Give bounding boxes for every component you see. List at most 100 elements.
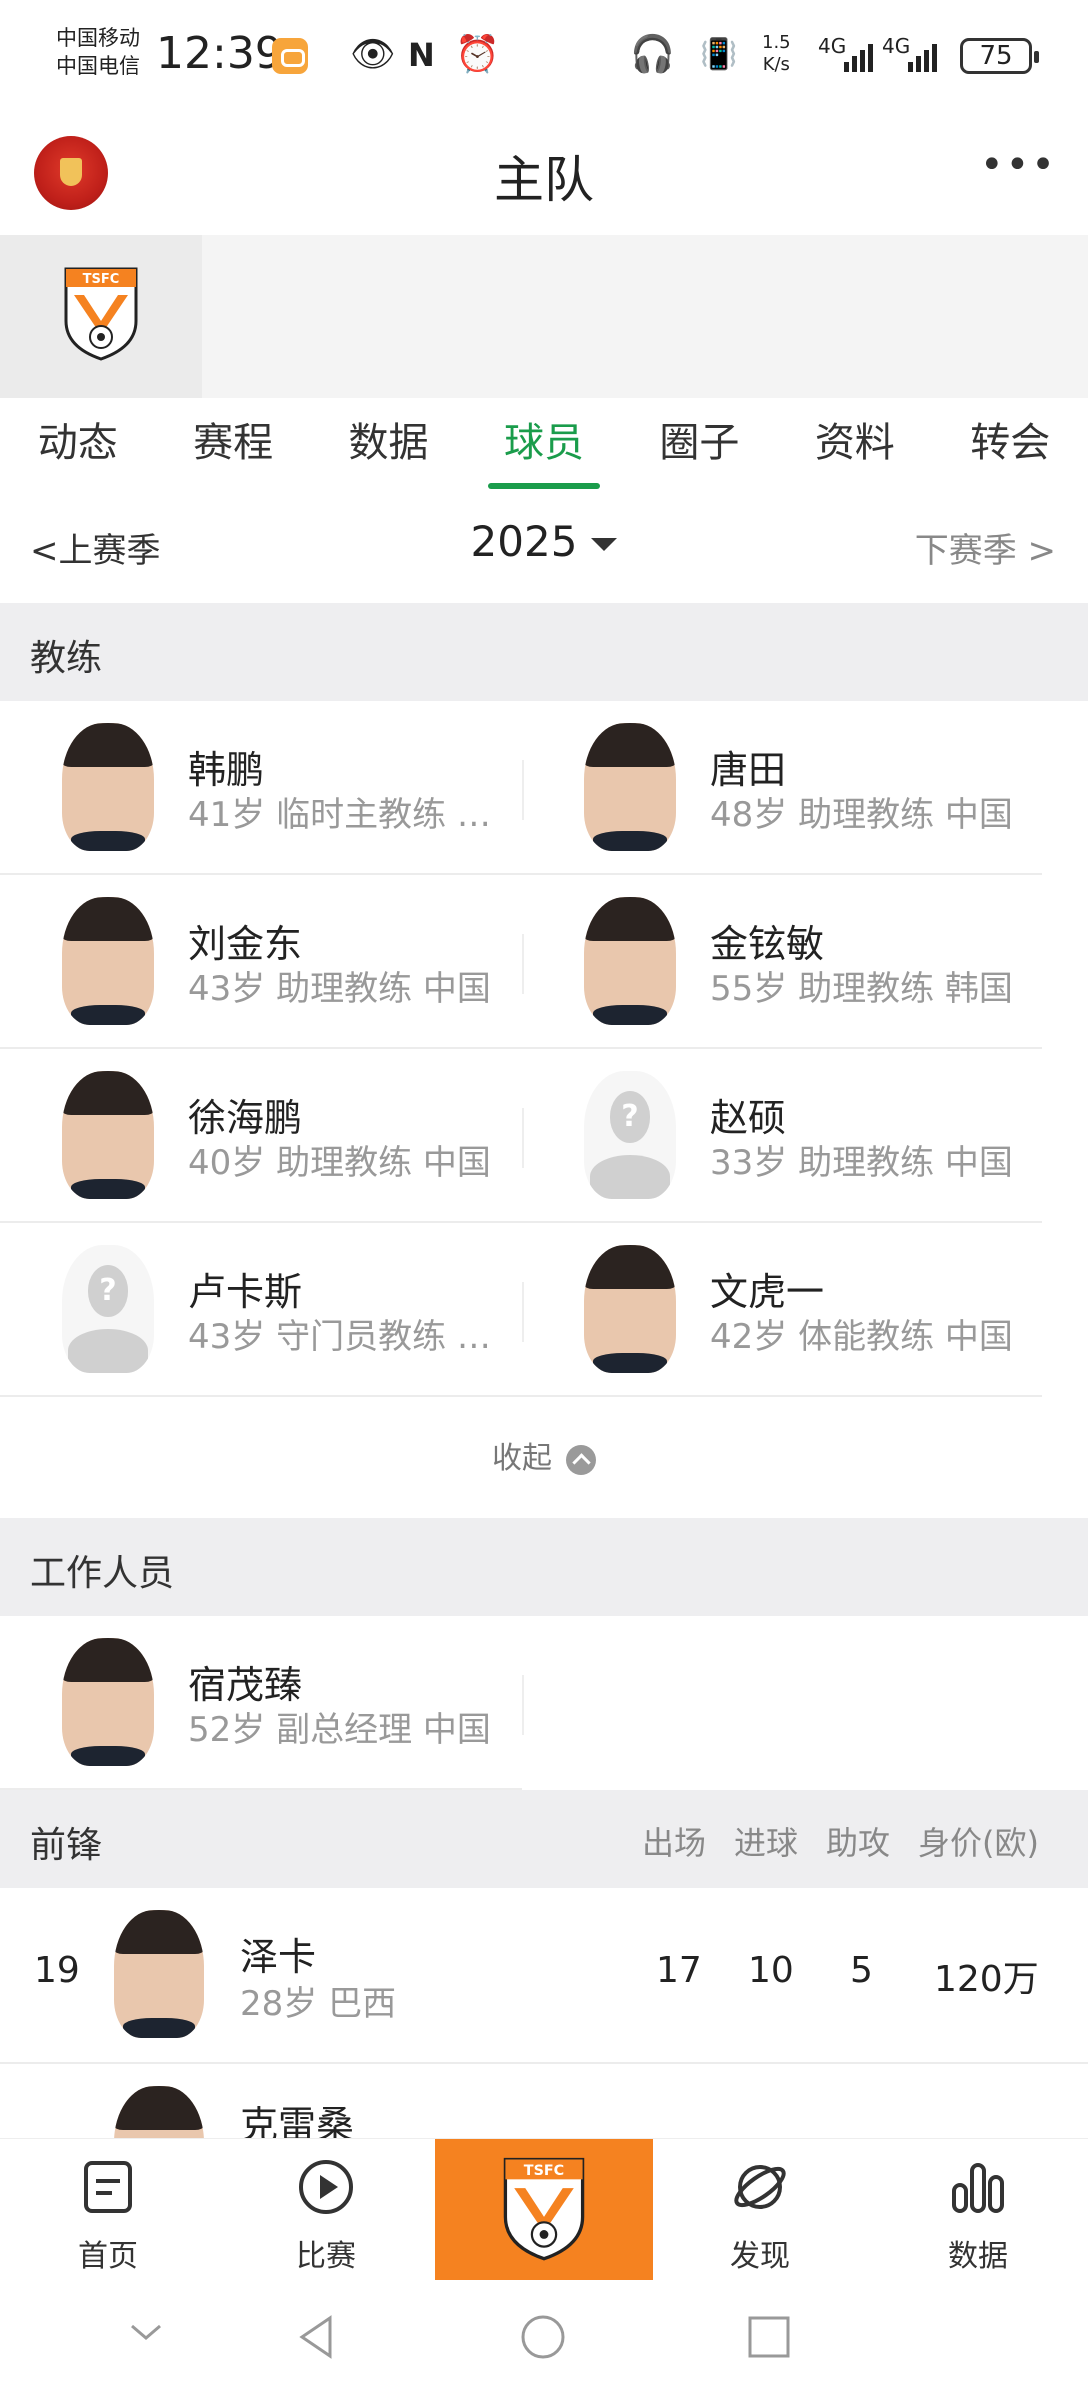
signal-bars-1-icon xyxy=(844,40,873,72)
coach-card[interactable]: 徐海鹏 40岁 助理教练 中国 xyxy=(0,1049,522,1223)
column-assists: 助攻 xyxy=(826,1824,891,1862)
column-divider xyxy=(522,1675,524,1735)
coach-name: 唐田 xyxy=(710,748,787,792)
season-switcher: <上赛季 2025 下赛季 > xyxy=(0,493,1088,603)
net-speed-value: 1.5 xyxy=(762,32,791,53)
system-navigation-bar xyxy=(0,2280,1088,2400)
nav-data[interactable]: 数据 xyxy=(898,2139,1058,2281)
nav-home[interactable]: 首页 xyxy=(28,2139,188,2281)
season-year: 2025 xyxy=(470,517,578,566)
bar-chart-icon xyxy=(952,2163,1004,2213)
nav-matches-label: 比赛 xyxy=(296,2239,356,2274)
bottom-navigation: 首页 比赛 TSFC 发现 数据 xyxy=(0,2138,1088,2281)
eye-icon: 👁 xyxy=(350,34,396,75)
coach-meta: 40岁 助理教练 中国 xyxy=(188,1143,491,1183)
nav-data-label: 数据 xyxy=(948,2239,1008,2274)
player-assists: 5 xyxy=(850,1950,873,1991)
staff-card[interactable]: 宿茂臻 52岁 副总经理 中国 xyxy=(0,1616,522,1790)
player-number: 19 xyxy=(34,1950,80,1991)
nav-team[interactable]: TSFC xyxy=(435,2139,653,2281)
team-selector-row: TSFC xyxy=(0,235,1088,398)
notification-app-icon xyxy=(272,38,308,74)
coach-name: 赵硕 xyxy=(710,1096,787,1140)
team-cell-selected[interactable]: TSFC xyxy=(0,235,202,398)
default-avatar-icon: ? xyxy=(62,1245,154,1373)
coach-meta: 55岁 助理教练 韩国 xyxy=(710,969,1013,1009)
tab-circle[interactable]: 圈子 xyxy=(622,398,777,493)
column-apps: 出场 xyxy=(642,1824,707,1862)
coach-card[interactable]: 韩鹏 41岁 临时主教练 … xyxy=(0,701,522,875)
coach-name: 徐海鹏 xyxy=(188,1096,303,1140)
player-name: 克雷桑 xyxy=(240,2103,355,2138)
coach-name: 韩鹏 xyxy=(188,748,265,792)
play-icon xyxy=(299,2160,353,2214)
tab-dynamics[interactable]: 动态 xyxy=(0,398,155,493)
player-value: 120万 xyxy=(934,1959,1039,2000)
net-speed-unit: K/s xyxy=(762,54,790,75)
more-options-button[interactable]: ••• xyxy=(980,145,1055,190)
chevron-right-icon: > xyxy=(1016,531,1057,571)
network-type-1: 4G xyxy=(818,34,847,58)
coach-card[interactable]: 刘金东 43岁 助理教练 中国 xyxy=(0,875,522,1049)
coach-card[interactable]: 文虎一 42岁 体能教练 中国 xyxy=(522,1223,1042,1397)
next-season-label: 下赛季 xyxy=(914,531,1017,571)
hide-keyboard-icon[interactable] xyxy=(126,2312,166,2352)
tab-players[interactable]: 球员 xyxy=(466,398,621,493)
coach-meta: 48岁 助理教练 中国 xyxy=(710,795,1013,835)
coach-card[interactable]: ? 卢卡斯 43岁 守门员教练 … xyxy=(0,1223,522,1397)
clock: 12:39 xyxy=(156,28,283,79)
tab-schedule[interactable]: 赛程 xyxy=(155,398,310,493)
coach-avatar xyxy=(62,723,154,851)
coaches-section-header: 教练 xyxy=(0,603,1088,701)
collapse-label: 收起 xyxy=(492,1441,552,1476)
headphones-icon: 🎧 xyxy=(630,34,675,75)
coach-card[interactable]: ? 赵硕 33岁 助理教练 中国 xyxy=(522,1049,1042,1223)
coach-name: 金铉敏 xyxy=(710,922,825,966)
carrier-1: 中国移动 xyxy=(56,26,140,50)
network-speed: 1.5 K/s xyxy=(762,32,791,76)
column-value: 身价(欧) xyxy=(918,1824,1039,1862)
recents-icon[interactable] xyxy=(744,2312,794,2362)
status-bar: 中国移动 中国电信 12:39 👁 N ⏰ 🎧 📳 1.5 K/s 4G 4G … xyxy=(0,0,1088,110)
network-type-2: 4G xyxy=(882,34,911,58)
forwards-section-header: 前锋 出场 进球 助攻 身价(欧) xyxy=(0,1790,1088,1888)
coach-meta: 42岁 体能教练 中国 xyxy=(710,1317,1013,1357)
next-season-button[interactable]: 下赛季 > xyxy=(915,523,1056,572)
coach-avatar xyxy=(584,723,676,851)
player-row[interactable]: 克雷桑 xyxy=(0,2064,1088,2138)
battery-indicator: 75 xyxy=(960,38,1039,74)
player-meta: 28岁 巴西 xyxy=(240,1984,397,2024)
coaches-title: 教练 xyxy=(30,638,103,679)
tab-data[interactable]: 数据 xyxy=(311,398,466,493)
staff-name: 宿茂臻 xyxy=(188,1663,303,1707)
chevron-up-icon xyxy=(566,1444,596,1475)
forwards-title: 前锋 xyxy=(30,1825,103,1866)
player-apps: 17 xyxy=(656,1950,702,1991)
carrier-labels: 中国移动 中国电信 xyxy=(56,24,140,80)
tab-transfers[interactable]: 转会 xyxy=(933,398,1088,493)
tab-info[interactable]: 资料 xyxy=(777,398,932,493)
column-goals: 进球 xyxy=(734,1824,799,1862)
player-goals: 10 xyxy=(748,1950,794,1991)
coach-card[interactable]: 唐田 48岁 助理教练 中国 xyxy=(522,701,1042,875)
player-name: 泽卡 xyxy=(240,1935,317,1979)
home-icon[interactable] xyxy=(518,2312,568,2362)
collapse-button[interactable]: 收起 xyxy=(0,1400,1088,1518)
player-row[interactable]: 19 泽卡 28岁 巴西 17 10 5 120万 xyxy=(0,1888,1088,2064)
nav-discover-label: 发现 xyxy=(730,2239,790,2274)
team-crest-icon: TSFC xyxy=(64,267,138,361)
coach-card[interactable]: 金铉敏 55岁 助理教练 韩国 xyxy=(522,875,1042,1049)
nav-discover[interactable]: 发现 xyxy=(680,2139,840,2281)
coach-name: 文虎一 xyxy=(710,1270,825,1314)
signal-bars-2-icon xyxy=(908,40,937,72)
coach-avatar xyxy=(584,897,676,1025)
nfc-icon: N xyxy=(408,36,435,74)
nav-matches[interactable]: 比赛 xyxy=(246,2139,406,2281)
staff-meta: 52岁 副总经理 中国 xyxy=(188,1710,491,1750)
nav-home-label: 首页 xyxy=(78,2239,138,2274)
coach-meta: 43岁 守门员教练 … xyxy=(188,1317,491,1357)
coach-name: 刘金东 xyxy=(188,922,303,966)
caret-down-icon xyxy=(591,538,618,551)
team-tabs: 动态 赛程 数据 球员 圈子 资料 转会 xyxy=(0,398,1088,493)
back-icon[interactable] xyxy=(292,2312,342,2362)
